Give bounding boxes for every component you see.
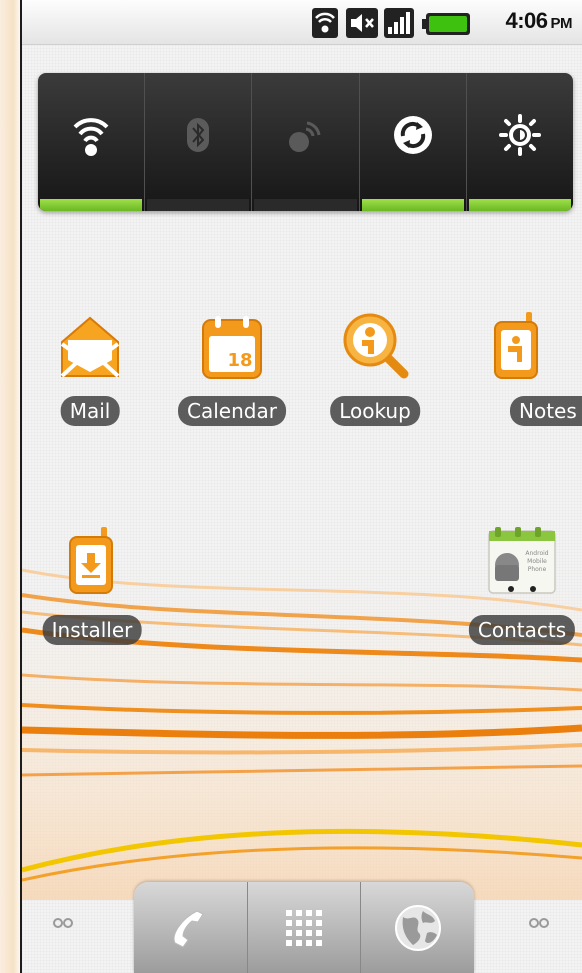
signal-icon [384,8,414,38]
app-label-calendar: Calendar [178,396,286,426]
phone-icon [173,909,205,948]
app-mail[interactable]: Mail [30,310,150,430]
page-indicator-right-icon[interactable] [528,917,552,929]
brightness-icon [498,114,541,156]
app-label-notes-travel: Notes Trav [510,396,582,426]
phone-button[interactable] [134,882,248,973]
toggle-sync[interactable] [360,73,467,211]
device-frame-edge [0,0,22,973]
browser-button[interactable] [361,882,474,973]
card-text-line-3: Phone [528,566,547,573]
wifi-icon [312,8,338,38]
clock-time: 4:06 [505,8,548,33]
browser-globe-icon [394,904,441,951]
card-text-line-2: Mobile [527,558,547,565]
toggle-indicator [40,199,143,211]
app-label-mail: Mail [60,396,120,426]
app-installer[interactable]: Installer [32,525,152,650]
app-drawer-icon [286,909,322,946]
calendar-icon: 18 [202,316,262,379]
toggle-indicator [147,199,250,211]
app-label-contacts: Contacts [468,615,576,645]
app-notes-travel[interactable]: Notes Trav [452,310,582,430]
volume-muted-icon [346,8,378,38]
app-drawer-button[interactable] [248,882,362,973]
app-label-installer: Installer [42,615,142,645]
installer-icon [69,527,113,594]
toggle-indicator [361,199,464,211]
toggle-wifi[interactable] [38,73,146,211]
app-lookup[interactable]: Lookup [315,310,435,430]
clock-ampm: PM [550,15,573,32]
home-screen: 4:06 PM Mail 18 Calendar Lookup Notes In… [22,0,582,973]
card-text-line-1: Android [525,550,548,557]
battery-icon [422,13,470,35]
app-calendar[interactable]: 18 Calendar [172,310,292,430]
lookup-magnifier-icon [343,313,409,379]
app-label-lookup: Lookup [330,396,420,426]
sync-icon [393,116,432,154]
launcher-dock [134,882,474,973]
clock: 4:06 PM [505,8,572,34]
calendar-day: 18 [227,350,252,371]
toggle-indicator [468,199,572,211]
toggle-indicator [254,199,357,211]
notes-travel-icon [494,312,538,379]
status-bar: 4:06 PM [22,0,582,45]
toggle-brightness[interactable] [467,73,573,211]
gps-icon [288,121,320,152]
toggle-gps[interactable] [252,73,360,211]
contacts-card-icon: Android Mobile Phone [488,527,556,594]
mail-icon [60,316,120,378]
bluetooth-icon [187,118,210,152]
power-control-widget [38,73,573,211]
app-contacts[interactable]: Android Mobile Phone Contacts [462,525,582,650]
wifi-icon [73,118,109,156]
page-indicator-left-icon[interactable] [52,917,76,929]
toggle-bluetooth[interactable] [145,73,253,211]
